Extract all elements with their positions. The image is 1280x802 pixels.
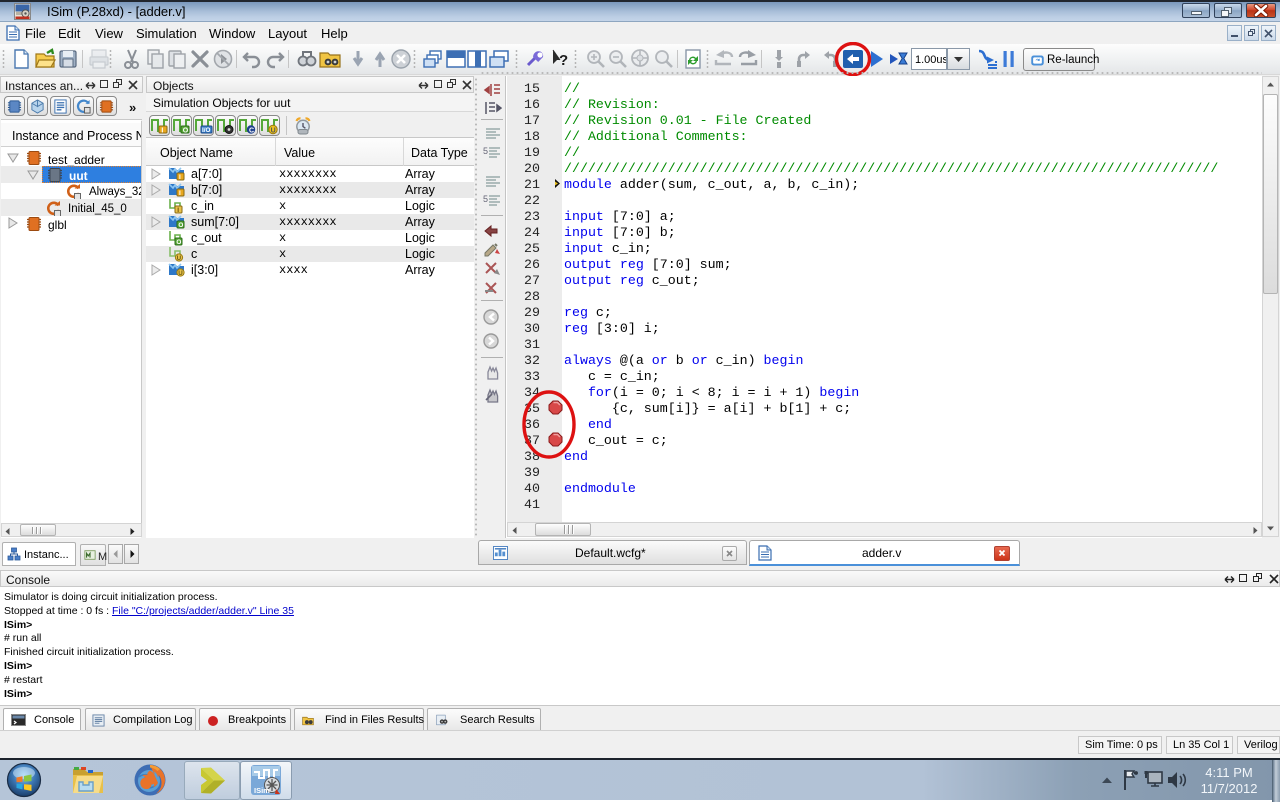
svg-text:I: I <box>179 190 181 197</box>
svg-text:C: C <box>249 127 254 134</box>
svg-text:I: I <box>161 128 163 135</box>
svg-text:U: U <box>178 270 183 277</box>
svg-text:U: U <box>177 255 182 262</box>
svg-text:O: O <box>183 128 189 135</box>
svg-text:5: 5 <box>483 194 488 204</box>
svg-text:O: O <box>178 222 183 229</box>
svg-text:I: I <box>177 207 179 214</box>
svg-text:ISim: ISim <box>254 786 270 795</box>
svg-text:5: 5 <box>483 146 488 156</box>
svg-text:O: O <box>176 239 181 246</box>
svg-text:U: U <box>271 127 276 134</box>
svg-text:?: ? <box>559 52 568 69</box>
svg-text:I/O: I/O <box>202 127 211 134</box>
svg-text:I: I <box>179 174 181 181</box>
